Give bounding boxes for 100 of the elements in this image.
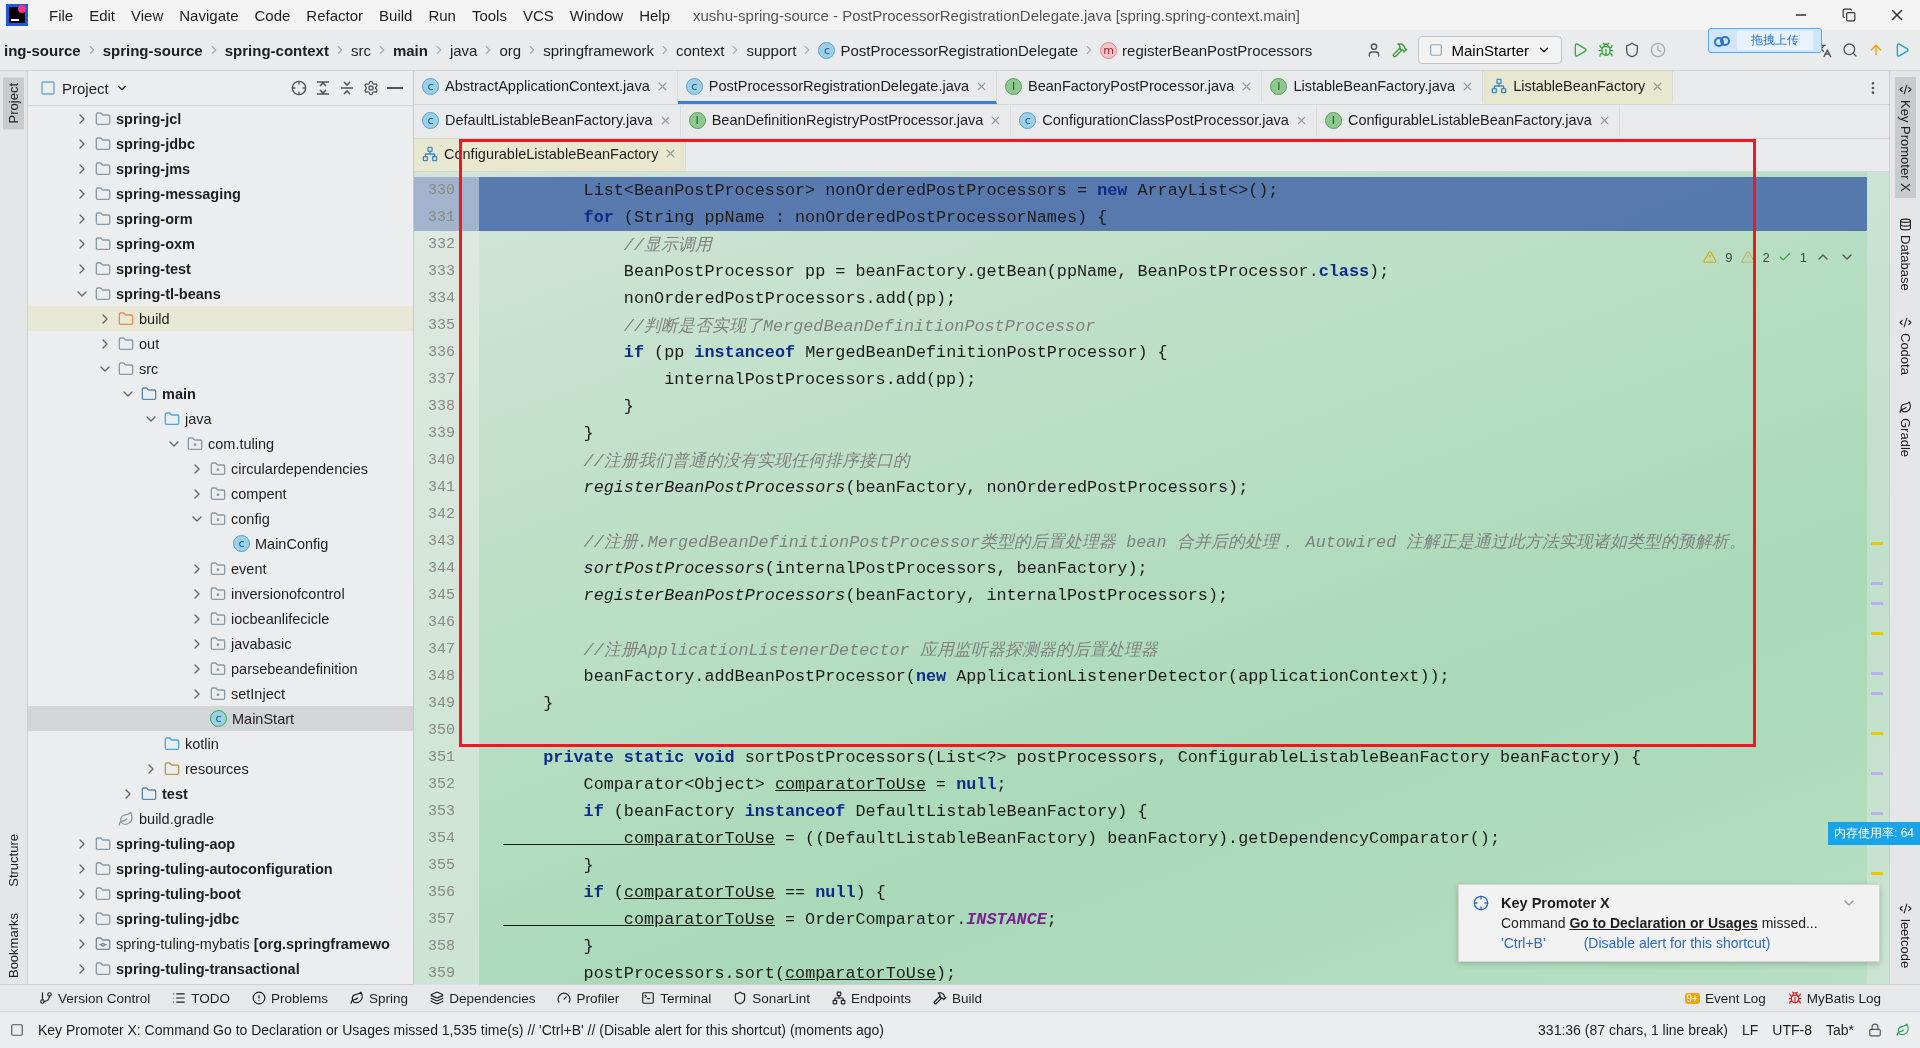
tree-item[interactable]: spring-tuling-boot xyxy=(28,881,413,906)
breadcrumb[interactable]: springframework xyxy=(539,41,658,59)
status-item[interactable]: LF xyxy=(1741,1022,1759,1038)
error-stripe-mark[interactable] xyxy=(1871,812,1883,815)
tool-window-button[interactable]: Terminal xyxy=(632,990,721,1006)
breadcrumb[interactable]: c PostProcessorRegistrationDelegate xyxy=(814,41,1083,59)
tree-item[interactable]: config xyxy=(28,506,413,531)
tool-window-button[interactable]: Database xyxy=(1894,211,1916,297)
tree-item[interactable]: javabasic xyxy=(28,631,413,656)
tool-window-button[interactable]: SonarLint xyxy=(724,990,820,1006)
breadcrumb[interactable]: java xyxy=(445,41,482,59)
tree-item[interactable]: resources xyxy=(28,756,413,781)
warning-count[interactable]: 9 xyxy=(1725,249,1733,265)
breadcrumb[interactable]: ing-source xyxy=(0,41,85,59)
tree-item[interactable]: spring-jms xyxy=(28,156,413,181)
tool-window-button[interactable]: Codota xyxy=(1894,310,1916,382)
menu-item[interactable]: Window xyxy=(562,6,631,24)
tree-item[interactable]: circulardependencies xyxy=(28,456,413,481)
error-stripe-mark[interactable] xyxy=(1871,872,1883,875)
menu-item[interactable]: Refactor xyxy=(299,6,371,24)
tree-item[interactable]: java xyxy=(28,406,413,431)
tree-item[interactable]: spring-tl-beans xyxy=(28,281,413,306)
tree-item[interactable]: inversionofcontrol xyxy=(28,581,413,606)
tree-item[interactable]: iocbeanlifecicle xyxy=(28,606,413,631)
error-stripe-mark[interactable] xyxy=(1871,602,1883,605)
breadcrumb[interactable]: context xyxy=(672,41,729,59)
editor-tab[interactable]: I ConfigurableListableBeanFactory.java xyxy=(1316,105,1620,138)
tree-item[interactable]: spring-jdbc xyxy=(28,131,413,156)
editor-tab[interactable]: ListableBeanFactory xyxy=(1483,71,1674,104)
tree-item[interactable]: src xyxy=(28,356,413,381)
tool-window-button[interactable]: Build xyxy=(924,990,992,1006)
menu-item[interactable]: View xyxy=(124,6,171,24)
status-item[interactable]: UTF-8 xyxy=(1772,1022,1812,1038)
shortcut-link[interactable]: 'Ctrl+B' xyxy=(1501,935,1546,951)
menu-item[interactable]: Navigate xyxy=(172,6,246,24)
tool-window-button[interactable]: leetcode xyxy=(1894,895,1916,974)
editor-tab[interactable]: I BeanFactoryPostProcessor.java xyxy=(997,71,1263,104)
error-stripe-mark[interactable] xyxy=(1871,542,1883,545)
editor-tab[interactable]: c AbstractApplicationContext.java xyxy=(414,71,678,104)
error-stripe-mark[interactable] xyxy=(1871,672,1883,675)
tool-window-button[interactable]: Endpoints xyxy=(823,990,921,1006)
upload-widget[interactable]: 拖拽上传 xyxy=(1708,28,1822,53)
tree-item[interactable]: com.tuling xyxy=(28,431,413,456)
tool-window-button[interactable]: Profiler xyxy=(548,990,629,1006)
error-stripe-mark[interactable] xyxy=(1871,692,1883,695)
tool-window-button[interactable]: Project xyxy=(3,77,24,130)
tree-item[interactable]: spring-tuling-aop xyxy=(28,831,413,856)
editor-tab[interactable]: c DefaultListableBeanFactory.java xyxy=(414,105,681,138)
breadcrumb[interactable]: main xyxy=(388,41,432,59)
status-item[interactable]: 331:36 (87 chars, 1 line break) xyxy=(1538,1022,1728,1038)
tree-item[interactable]: build xyxy=(28,306,413,331)
editor-tab[interactable]: I BeanDefinitionRegistryPostProcessor.java xyxy=(680,105,1012,138)
tree-item[interactable]: kotlin xyxy=(28,731,413,756)
tool-window-button[interactable]: Version Control xyxy=(30,990,160,1006)
tree-item[interactable]: spring-tuling-transactional xyxy=(28,956,413,981)
tool-window-button[interactable]: Gradle xyxy=(1894,395,1916,464)
menu-item[interactable]: Tools xyxy=(464,6,514,24)
tree-item[interactable]: event xyxy=(28,556,413,581)
tool-window-button[interactable]: Bookmarks xyxy=(3,906,24,984)
run-configuration-dropdown[interactable]: MainStarter xyxy=(1418,36,1562,64)
tree-item[interactable]: main xyxy=(28,381,413,406)
menu-item[interactable]: File xyxy=(42,6,81,24)
error-stripe-mark[interactable] xyxy=(1871,632,1883,635)
tree-item[interactable]: spring-tuling-autoconfiguration xyxy=(28,856,413,881)
tool-window-button[interactable]: 9+ Event Log xyxy=(1675,990,1775,1006)
tool-window-button[interactable]: Key Promoter X xyxy=(1894,77,1916,198)
tree-item[interactable]: build.gradle xyxy=(28,806,413,831)
error-stripe-mark[interactable] xyxy=(1871,732,1883,735)
editor-tab[interactable]: c ConfigurationClassPostProcessor.java xyxy=(1011,105,1317,138)
tool-window-button[interactable]: Structure xyxy=(3,828,24,893)
typo-count[interactable]: 1 xyxy=(1799,249,1807,265)
breadcrumb[interactable]: org xyxy=(495,41,526,59)
breadcrumb[interactable]: src xyxy=(346,41,375,59)
status-item[interactable]: Tab* xyxy=(1825,1022,1854,1038)
tool-window-button[interactable]: Spring xyxy=(341,990,418,1006)
menu-item[interactable]: Help xyxy=(632,6,678,24)
disable-alert-link[interactable]: (Disable alert for this shortcut) xyxy=(1583,935,1771,951)
error-stripe-mark[interactable] xyxy=(1871,772,1883,775)
menu-item[interactable]: Code xyxy=(247,6,298,24)
tool-window-button[interactable]: Dependencies xyxy=(421,990,545,1006)
tree-item[interactable]: spring-jcl xyxy=(28,106,413,131)
error-stripe-mark[interactable] xyxy=(1871,582,1883,585)
tree-item[interactable]: spring-orm xyxy=(28,206,413,231)
tree-item[interactable]: spring-oxm xyxy=(28,231,413,256)
tree-item[interactable]: spring-tuling-jdbc xyxy=(28,906,413,931)
weak-warning-count[interactable]: 2 xyxy=(1762,249,1770,265)
menu-item[interactable]: Build xyxy=(372,6,420,24)
tool-window-button[interactable]: MyBatis Log xyxy=(1778,990,1890,1006)
tree-item[interactable]: parsebeandefinition xyxy=(28,656,413,681)
breadcrumb[interactable]: spring-context xyxy=(220,41,333,59)
breadcrumb[interactable]: support xyxy=(742,41,801,59)
menu-item[interactable]: Run xyxy=(421,6,463,24)
tree-item[interactable]: test xyxy=(28,781,413,806)
tool-window-button[interactable]: Problems xyxy=(243,990,338,1006)
tree-item[interactable]: spring-test xyxy=(28,256,413,281)
menu-item[interactable]: Edit xyxy=(82,6,123,24)
tree-item[interactable]: spring-tuling-mybatis [org.springframewo xyxy=(28,931,413,956)
project-view-dropdown[interactable]: Project xyxy=(40,79,129,97)
breadcrumb[interactable]: spring-source xyxy=(98,41,207,59)
menu-item[interactable]: VCS xyxy=(515,6,561,24)
